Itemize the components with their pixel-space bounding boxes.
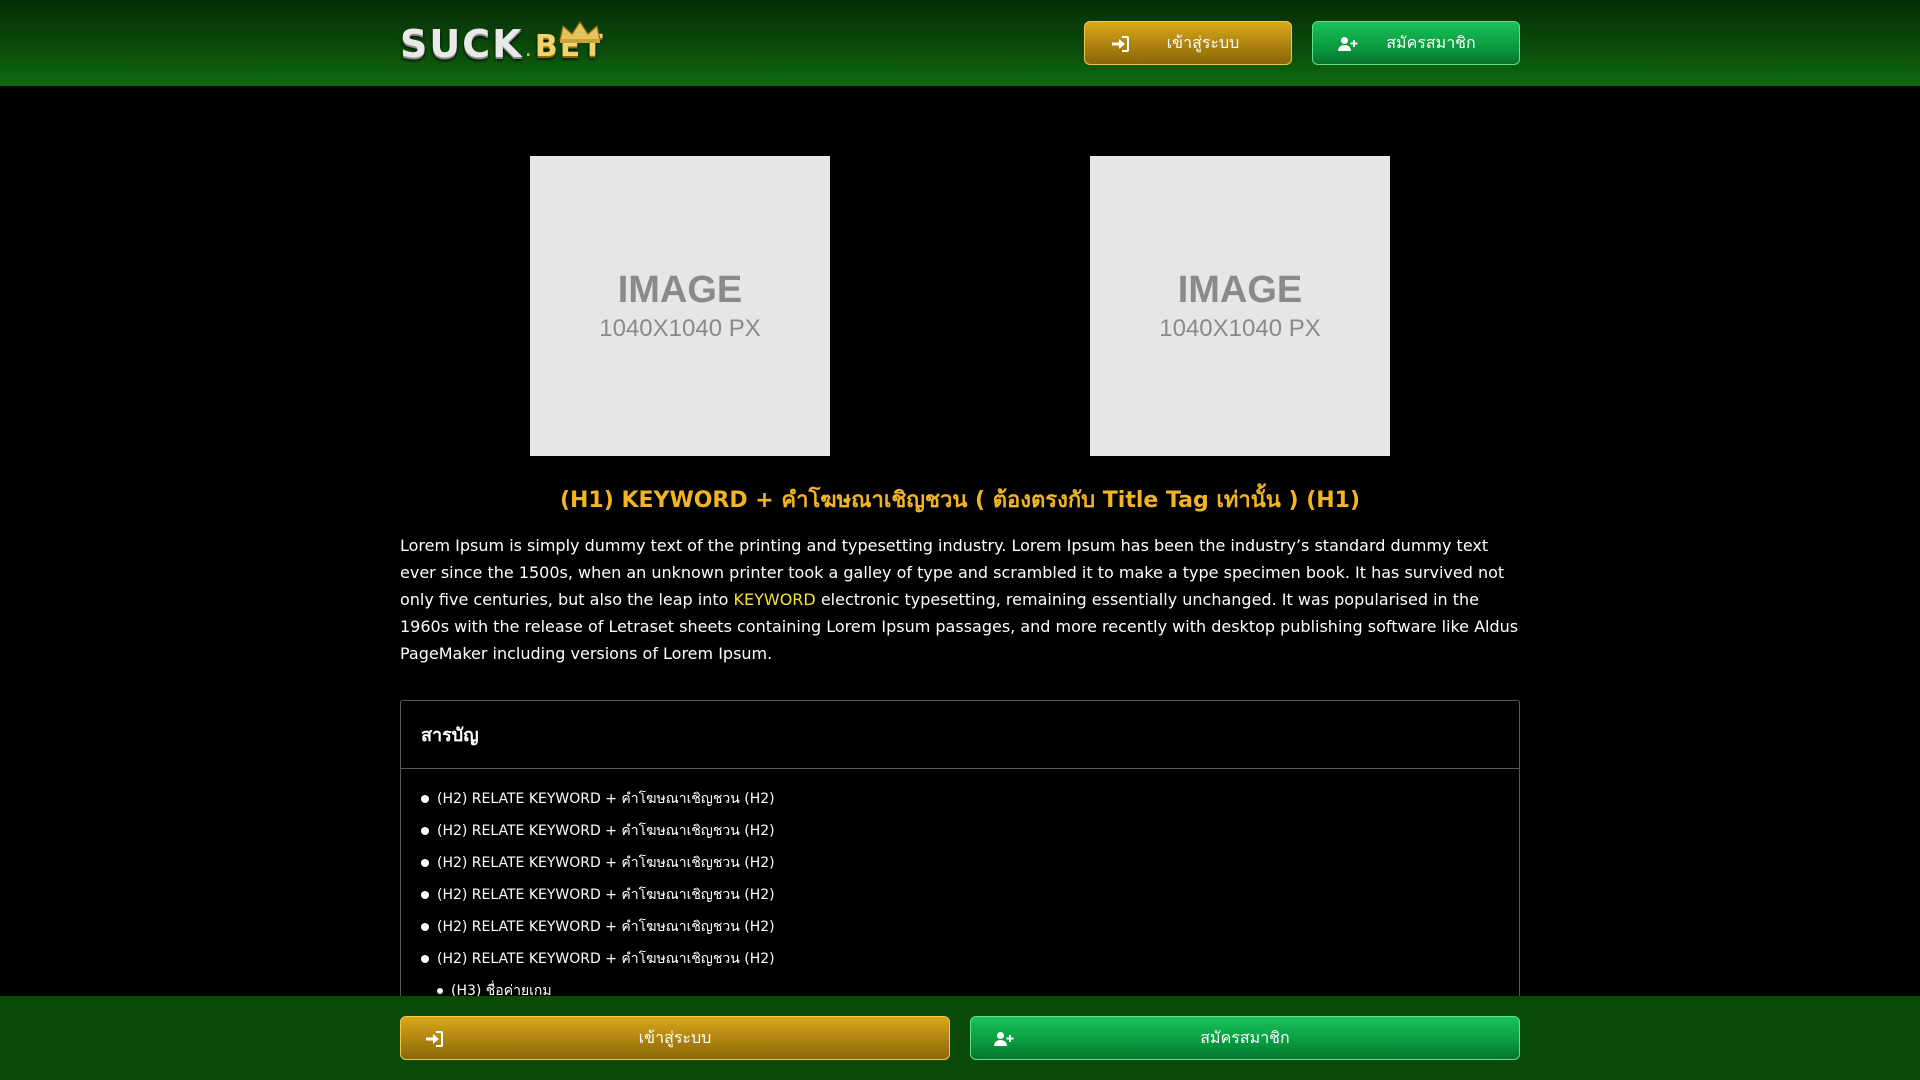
image-placeholder-left: IMAGE 1040X1040 PX — [530, 156, 830, 456]
toc-list: (H2) RELATE KEYWORD + คำโฆษณาเชิญชวน (H2… — [401, 769, 1519, 1007]
header-login-label: เข้าสู่ระบบ — [1166, 32, 1240, 52]
toc-item[interactable]: (H2) RELATE KEYWORD + คำโฆษณาเชิญชวน (H2… — [421, 783, 1519, 815]
image-placeholder-size: 1040X1040 PX — [1159, 315, 1321, 342]
image-placeholder-right: IMAGE 1040X1040 PX — [1090, 156, 1390, 456]
toc-item-label: (H2) RELATE KEYWORD + คำโฆษณาเชิญชวน (H2… — [437, 855, 775, 871]
bullet-icon — [421, 859, 429, 867]
toc-item[interactable]: (H2) RELATE KEYWORD + คำโฆษณาเชิญชวน (H2… — [421, 911, 1519, 943]
bullet-icon — [421, 795, 429, 803]
toc-item-label: (H2) RELATE KEYWORD + คำโฆษณาเชิญชวน (H2… — [437, 951, 775, 967]
footer-register-button[interactable]: สมัครสมาชิก — [970, 1016, 1520, 1060]
toc-title: สารบัญ — [401, 701, 1519, 769]
footer-login-button[interactable]: เข้าสู่ระบบ — [400, 1016, 950, 1060]
toc-item-label: (H2) RELATE KEYWORD + คำโฆษณาเชิญชวน (H2… — [437, 823, 775, 839]
crown-icon — [559, 20, 601, 43]
bullet-icon — [421, 827, 429, 835]
header-login-button[interactable]: เข้าสู่ระบบ — [1084, 21, 1292, 65]
toc-item-label: (H2) RELATE KEYWORD + คำโฆษณาเชิญชวน (H2… — [437, 791, 775, 807]
sign-in-icon — [1109, 33, 1131, 55]
top-header: SUCK . BET เข้าสู่ระบบ สมัครสมาชิก — [0, 0, 1920, 86]
toc-item-label: (H2) RELATE KEYWORD + คำโฆษณาเชิญชวน (H2… — [437, 887, 775, 903]
header-register-button[interactable]: สมัครสมาชิก — [1312, 21, 1520, 65]
bullet-icon — [437, 988, 443, 994]
bottom-action-bar — [0, 996, 1920, 1080]
toc-item[interactable]: (H2) RELATE KEYWORD + คำโฆษณาเชิญชวน (H2… — [421, 943, 1519, 975]
bullet-icon — [421, 955, 429, 963]
image-placeholder-title: IMAGE — [617, 269, 743, 311]
page-heading: (H1) KEYWORD + คำโฆษณาเชิญชวน ( ต้องตรงก… — [559, 488, 1361, 513]
toc-item[interactable]: (H2) RELATE KEYWORD + คำโฆษณาเชิญชวน (H2… — [421, 847, 1519, 879]
logo-text-main: SUCK — [400, 22, 524, 66]
bullet-icon — [421, 891, 429, 899]
toc-item-label: (H2) RELATE KEYWORD + คำโฆษณาเชิญชวน (H2… — [437, 919, 775, 935]
logo-text-dot: . — [525, 44, 533, 60]
keyword-link[interactable]: KEYWORD — [734, 590, 816, 609]
user-plus-icon — [1337, 33, 1359, 55]
intro-paragraph: Lorem Ipsum is simply dummy text of the … — [400, 532, 1520, 667]
footer-login-label: เข้าสู่ระบบ — [638, 1027, 712, 1047]
bullet-icon — [421, 923, 429, 931]
header-register-label: สมัครสมาชิก — [1386, 32, 1476, 52]
toc-item[interactable]: (H2) RELATE KEYWORD + คำโฆษณาเชิญชวน (H2… — [421, 815, 1519, 847]
image-placeholder-title: IMAGE — [1177, 269, 1303, 311]
site-logo[interactable]: SUCK . BET — [400, 20, 605, 66]
toc-item[interactable]: (H2) RELATE KEYWORD + คำโฆษณาเชิญชวน (H2… — [421, 879, 1519, 911]
image-placeholder-size: 1040X1040 PX — [599, 315, 761, 342]
footer-register-label: สมัครสมาชิก — [1200, 1027, 1290, 1047]
